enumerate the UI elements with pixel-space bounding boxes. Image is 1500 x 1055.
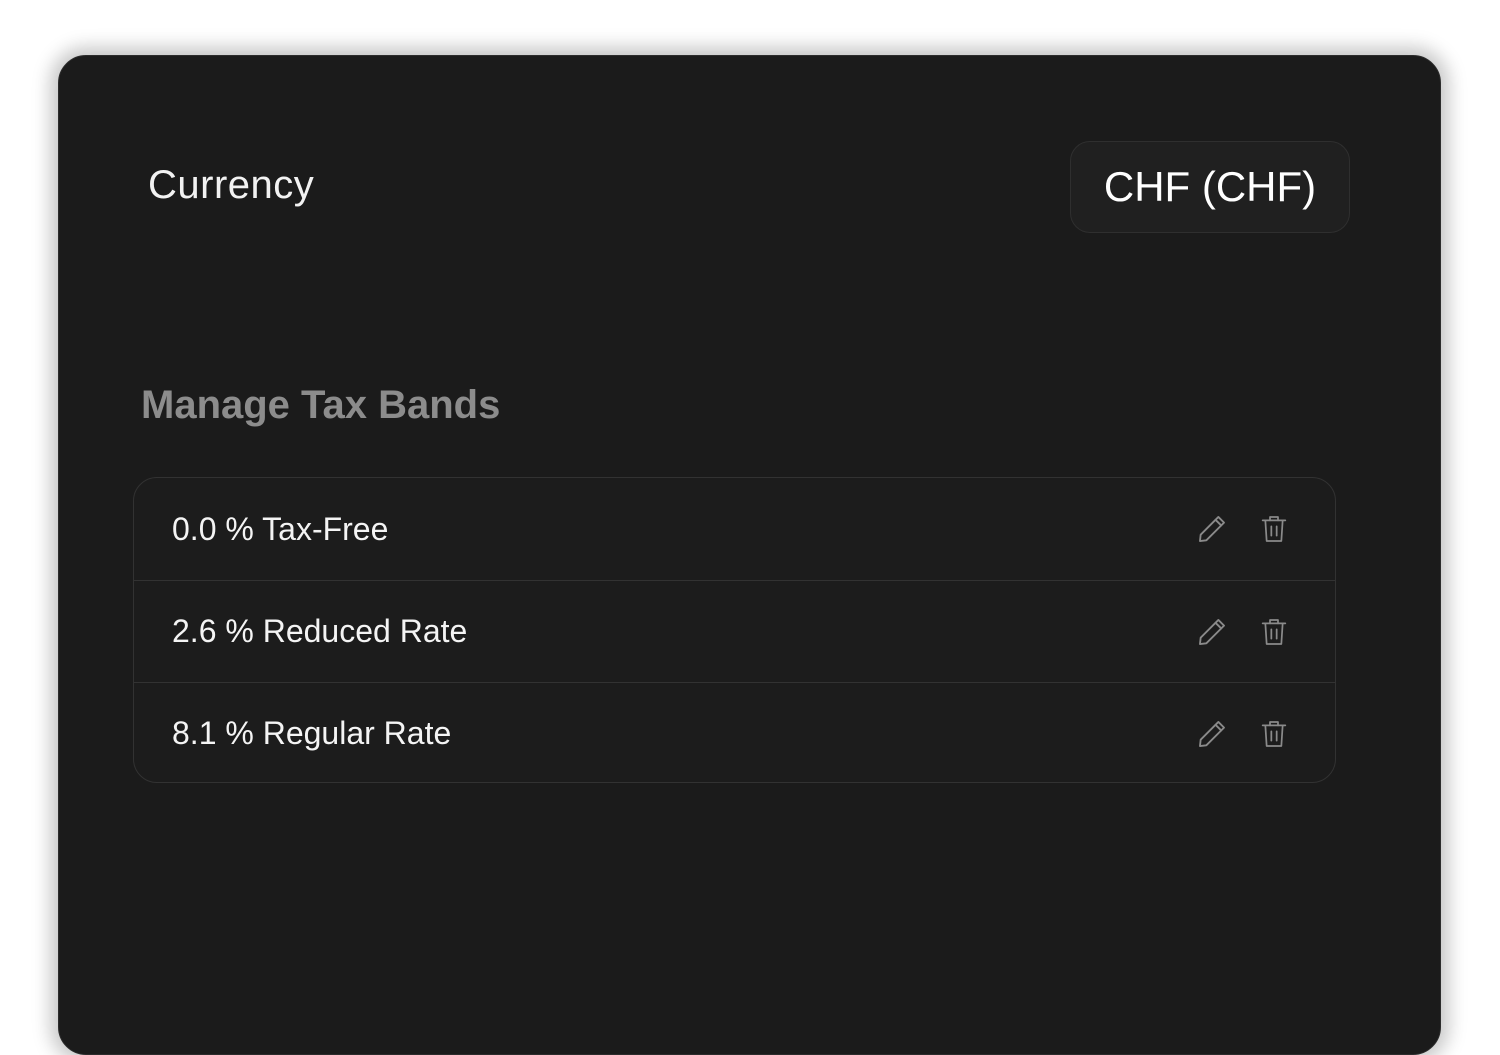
- tax-band-label: 2.6 % Reduced Rate: [172, 613, 468, 649]
- tax-bands-title: Manage Tax Bands: [141, 383, 501, 427]
- trash-icon[interactable]: [1254, 612, 1294, 652]
- tax-band-row: 8.1 % Regular Rate: [134, 682, 1335, 782]
- tax-band-label: 8.1 % Regular Rate: [172, 715, 452, 751]
- currency-label: Currency: [148, 163, 315, 207]
- trash-icon[interactable]: [1254, 714, 1294, 754]
- currency-selected-value: CHF (CHF): [1103, 163, 1317, 210]
- trash-icon[interactable]: [1254, 509, 1294, 549]
- settings-panel: Currency CHF (CHF) Manage Tax Bands 0.0 …: [58, 55, 1441, 1055]
- tax-band-row: 0.0 % Tax-Free: [134, 478, 1335, 580]
- pencil-icon[interactable]: [1192, 612, 1232, 652]
- pencil-icon[interactable]: [1192, 509, 1232, 549]
- tax-band-row: 2.6 % Reduced Rate: [134, 580, 1335, 682]
- tax-band-label: 0.0 % Tax-Free: [172, 510, 389, 547]
- currency-select[interactable]: CHF (CHF): [1070, 141, 1350, 233]
- tax-bands-list: 0.0 % Tax-Free 2.6 % Reduced Rate 8.1 % …: [133, 477, 1336, 783]
- pencil-icon[interactable]: [1192, 714, 1232, 754]
